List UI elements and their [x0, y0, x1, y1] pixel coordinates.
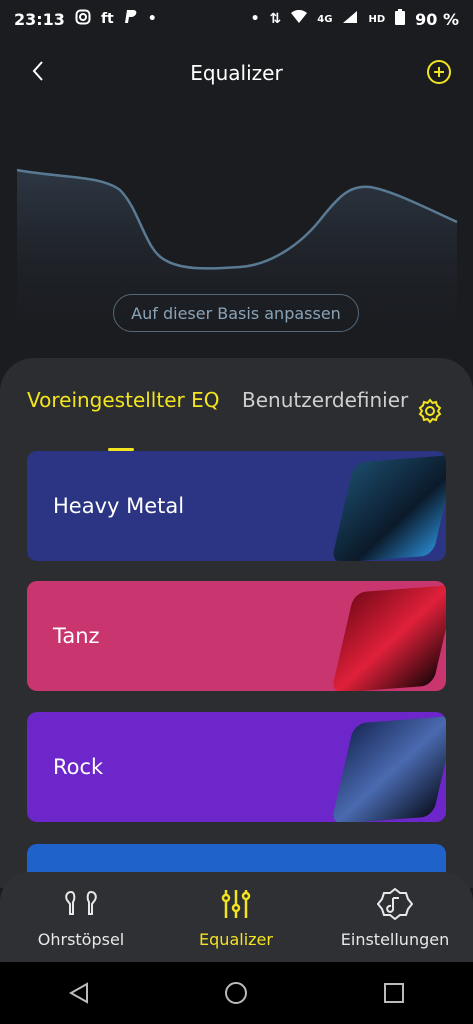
notification-dot-icon: •: [147, 11, 157, 27]
tab-bar: Voreingestellter EQ Benutzerdefinier: [0, 388, 473, 451]
earbuds-icon: [63, 886, 99, 922]
preset-card-heavy-metal[interactable]: Heavy Metal: [27, 451, 446, 561]
battery-level: 90 %: [415, 9, 459, 29]
hd-label: HD: [368, 13, 386, 25]
gear-icon[interactable]: [417, 398, 443, 424]
nav-settings[interactable]: Einstellungen: [340, 880, 450, 949]
clock: 23:13: [14, 9, 65, 29]
nav-label: Equalizer: [199, 930, 273, 949]
nav-equalizer[interactable]: Equalizer: [191, 880, 281, 949]
preset-image: [330, 715, 446, 822]
preset-card-tanz[interactable]: Tanz: [27, 581, 446, 691]
nav-label: Einstellungen: [340, 930, 450, 949]
back-icon[interactable]: [26, 58, 52, 84]
preset-label: Heavy Metal: [53, 494, 185, 518]
adjust-basis-button[interactable]: Auf dieser Basis anpassen: [113, 294, 359, 332]
system-nav-bar: [0, 962, 473, 1024]
signal-icon: [342, 10, 358, 28]
data-arrows-icon: ⇅: [269, 11, 282, 27]
network-type: 4G: [317, 13, 333, 25]
tab-preset-eq[interactable]: Voreingestellter EQ: [27, 388, 219, 412]
preset-label: Tanz: [53, 624, 100, 648]
add-icon[interactable]: [427, 60, 451, 84]
bottom-navigation: Ohrstöpsel Equalizer Einstellungen: [0, 872, 473, 962]
preset-image: [330, 454, 446, 561]
dot-icon: •: [250, 11, 260, 27]
battery-icon: [395, 9, 406, 29]
preset-card-rock[interactable]: Rock: [27, 712, 446, 822]
back-triangle-icon[interactable]: [67, 981, 91, 1005]
preset-label: Rock: [53, 755, 104, 779]
instagram-icon: [75, 9, 91, 29]
preset-panel: Voreingestellter EQ Benutzerdefinier Hea…: [0, 358, 473, 954]
nav-label: Ohrstöpsel: [37, 930, 125, 949]
nav-earbuds[interactable]: Ohrstöpsel: [36, 880, 126, 949]
paypal-icon: [124, 9, 138, 29]
header: Equalizer: [0, 50, 473, 96]
sliders-icon: [218, 886, 254, 922]
status-bar: 23:13 ft • • ⇅ 4G HD 90 %: [0, 0, 473, 38]
tab-custom[interactable]: Benutzerdefinier: [242, 388, 408, 412]
ft-icon: ft: [100, 11, 114, 27]
home-circle-icon[interactable]: [224, 981, 248, 1005]
wifi-icon: [291, 9, 308, 28]
preset-image: [330, 584, 446, 691]
settings-icon: [376, 886, 414, 922]
recents-square-icon[interactable]: [382, 981, 406, 1005]
page-title: Equalizer: [190, 61, 283, 85]
